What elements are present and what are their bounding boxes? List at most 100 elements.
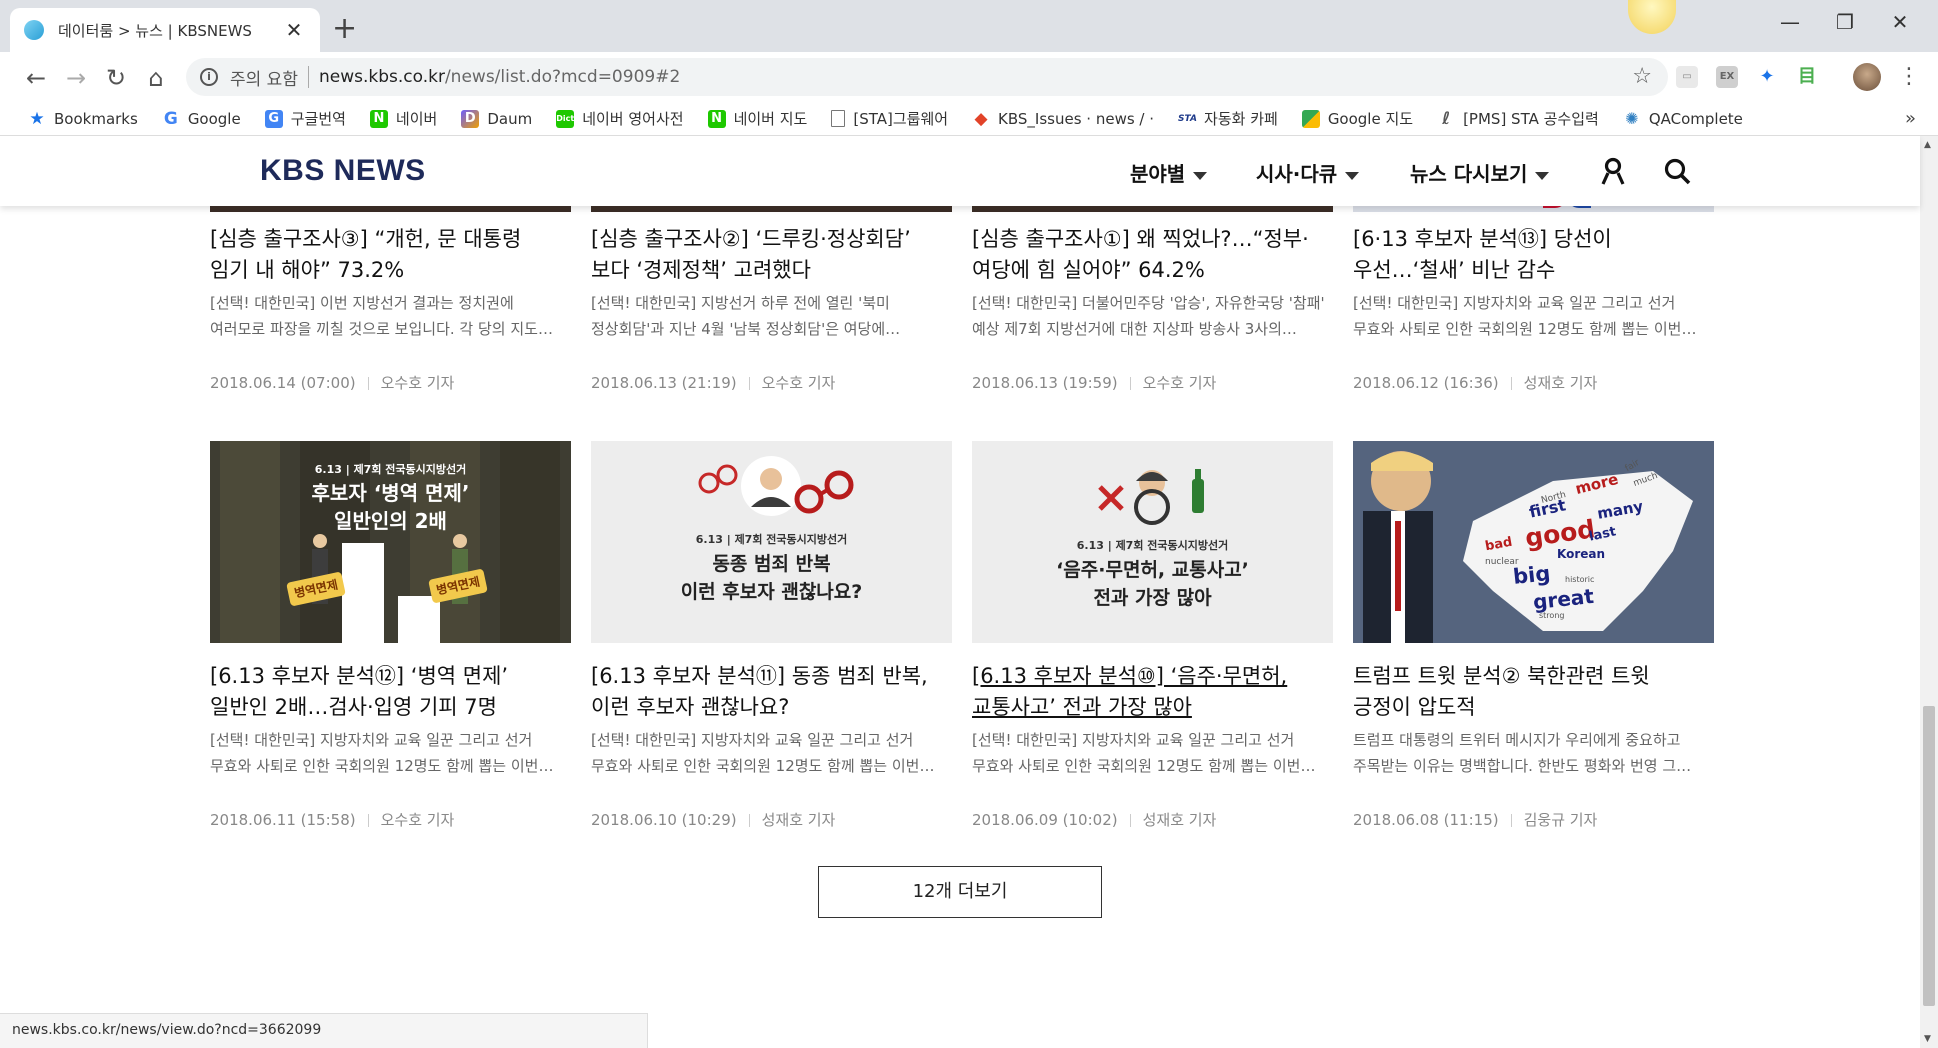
bookmark-item[interactable]: G 구글번역: [264, 108, 346, 129]
article-summary: [선택! 대한민국] 지방자치와 교육 일꾼 그리고 선거 무효와 사퇴로 인한 …: [1353, 294, 1697, 338]
article-meta: 2018.06.10 (10:29) 성재호 기자: [591, 809, 835, 830]
article-title[interactable]: [심층 출구조사①] 왜 찍었나?…“정부· 여당에 힘 실어야” 64.2%: [972, 224, 1333, 286]
user-icon[interactable]: [1598, 156, 1628, 186]
meta-divider: [367, 814, 369, 827]
scroll-up-arrow-icon[interactable]: ▲: [1924, 140, 1931, 150]
bookmark-item[interactable]: Dict 네이버 영어사전: [556, 108, 684, 129]
dict-icon: Dict: [556, 109, 575, 128]
article-summary: [선택! 대한민국] 지방선거 하루 전에 열린 '북미 정상회담'과 지난 4월…: [591, 294, 901, 338]
maps-icon: [1301, 109, 1320, 128]
address-separator: [307, 66, 309, 88]
bookmark-item[interactable]: STA 자동화 카페: [1178, 108, 1278, 129]
naver-icon: N: [707, 109, 726, 128]
close-window-icon[interactable]: ✕: [1880, 10, 1920, 34]
bookmarks-bar: ★ Bookmarks G Google G 구글번역 N 네이버 D Daum Dict…: [0, 102, 1938, 136]
article-summary: [선택! 대한민국] 지방자치와 교육 일꾼 그리고 선거 무효와 사퇴로 인한 …: [210, 731, 554, 775]
google-icon: G: [163, 108, 178, 129]
scroll-down-arrow-icon[interactable]: ▼: [1924, 1034, 1931, 1044]
new-tab-icon[interactable]: +: [332, 12, 357, 46]
pms-icon: ℓ: [1442, 108, 1451, 129]
address-bar[interactable]: i 주의 요함 news.kbs.co.kr/news/list.do?mcd=…: [186, 58, 1668, 96]
article-summary: [선택! 대한민국] 지방자치와 교육 일꾼 그리고 선거 무효와 사퇴로 인한 …: [972, 731, 1316, 775]
thumbnail-subheadline: 일반인의 2배: [334, 509, 447, 533]
page-icon: [831, 110, 846, 127]
site-header: KBS NEWS 분야별 시사·다큐 뉴스 다시보기: [0, 136, 1920, 206]
caret-down-icon: [1535, 171, 1550, 180]
vertical-scrollbar[interactable]: ▲ ▼: [1920, 136, 1938, 1048]
theme-sun-decoration: [1628, 0, 1676, 34]
kbs-news-logo[interactable]: KBS NEWS: [260, 154, 426, 188]
caret-down-icon: [1193, 171, 1208, 180]
extension-ex-icon[interactable]: EX: [1716, 66, 1738, 88]
article-reporter: 성재호 기자: [761, 811, 836, 829]
article-title[interactable]: 트럼프 트윗 분석② 북한관련 트윗 긍정이 압도적: [1353, 661, 1714, 723]
bookmark-item[interactable]: Google 지도: [1301, 108, 1413, 129]
bookmark-item[interactable]: G Google: [162, 110, 241, 128]
info-icon[interactable]: i: [200, 68, 218, 86]
article-thumbnail[interactable]: 6.13 | 제7회 전국동시지방선거 ‘음주·무면허, 교통사고’ 전과 가장…: [972, 441, 1333, 643]
menu-dots-icon[interactable]: ⋮: [1898, 64, 1920, 89]
bookmark-item[interactable]: N 네이버 지도: [707, 108, 807, 129]
back-icon[interactable]: ←: [20, 62, 52, 94]
article-date: 2018.06.11 (15:58): [210, 811, 356, 829]
thumbnail-subheadline: 이런 후보자 괜찮나요?: [680, 581, 863, 603]
article-meta: 2018.06.09 (10:02) 성재호 기자: [972, 809, 1216, 830]
extension-ladder-icon[interactable]: 目: [1796, 66, 1818, 88]
article-thumbnail[interactable]: 6.13 | 제7회 전국동시지방선거 후보자 ‘병역 면제’ 일반인의 2배 …: [210, 441, 571, 643]
wordcloud-word: historic: [1565, 575, 1595, 584]
sta-icon: STA: [1178, 113, 1197, 124]
close-tab-icon[interactable]: ✕: [282, 18, 306, 42]
bookmark-item[interactable]: [STA]그룹웨어: [831, 108, 948, 129]
browser-tab[interactable]: 데이터룸 > 뉴스 | KBSNEWS ✕: [10, 8, 320, 52]
article-summary: [선택! 대한민국] 지방자치와 교육 일꾼 그리고 선거 무효와 사퇴로 인한 …: [591, 731, 935, 775]
bookmark-item[interactable]: ✺ QAComplete: [1623, 109, 1743, 128]
bookmark-item[interactable]: ★ Bookmarks: [28, 108, 137, 129]
forward-icon[interactable]: →: [60, 62, 92, 94]
link-status-bar: news.kbs.co.kr/news/view.do?ncd=3662099: [0, 1013, 648, 1048]
star-icon: ★: [29, 108, 45, 129]
meta-divider: [748, 814, 750, 827]
nav-category[interactable]: 분야별: [1130, 158, 1208, 187]
article-reporter: 오수호 기자: [761, 374, 836, 392]
url-host: news.kbs.co.kr: [318, 67, 445, 87]
article-title[interactable]: [6.13 후보자 분석⑩] ‘음주·무면허, 교통사고’ 전과 가장 많아: [972, 661, 1333, 723]
nav-current-affairs[interactable]: 시사·다큐: [1256, 158, 1360, 187]
security-warning[interactable]: 주의 요함: [230, 65, 298, 90]
meta-divider: [1129, 814, 1131, 827]
extension-arrows-icon[interactable]: ✦: [1756, 66, 1778, 88]
load-more-button[interactable]: 12개 더보기: [818, 866, 1102, 918]
more-bookmarks-icon[interactable]: »: [1905, 108, 1916, 129]
home-icon[interactable]: ⌂: [140, 62, 172, 94]
article-reporter: 오수호 기자: [380, 374, 455, 392]
article-date: 2018.06.10 (10:29): [591, 811, 737, 829]
article-reporter: 성재호 기자: [1142, 811, 1217, 829]
bookmark-star-icon[interactable]: ☆: [1632, 64, 1652, 89]
article-title[interactable]: [심층 출구조사③] “개헌, 문 대통령 임기 내 해야” 73.2%: [210, 224, 571, 286]
scrollbar-thumb[interactable]: [1923, 706, 1935, 1006]
article-title[interactable]: [6.13 후보자 분석⑪] 동종 범죄 반복, 이런 후보자 괜찮나요?: [591, 661, 952, 723]
profile-avatar[interactable]: [1853, 63, 1881, 91]
article-meta: 2018.06.13 (21:19) 오수호 기자: [591, 372, 835, 393]
tab-title: 데이터룸 > 뉴스 | KBSNEWS: [58, 21, 252, 40]
bookmark-item[interactable]: D Daum: [461, 109, 532, 128]
minimize-icon[interactable]: —: [1770, 10, 1810, 34]
article-summary: [선택! 대한민국] 이번 지방선거 결과는 정치권에 여러모로 파장을 끼칠 것…: [210, 294, 553, 338]
restore-icon[interactable]: ❐: [1825, 10, 1865, 34]
article-meta: 2018.06.12 (16:36) 성재호 기자: [1353, 372, 1597, 393]
article-title[interactable]: [심층 출구조사②] ‘드루킹·정상회담’ 보다 ‘경제정책’ 고려했다: [591, 224, 952, 286]
kbs-favicon-icon: [24, 20, 44, 40]
caret-down-icon: [1345, 171, 1360, 180]
bookmark-item[interactable]: N 네이버: [369, 108, 437, 129]
article-date: 2018.06.13 (19:59): [972, 374, 1118, 392]
search-icon[interactable]: [1662, 156, 1692, 186]
extension-window-icon[interactable]: ▭: [1676, 66, 1698, 88]
reload-icon[interactable]: ↻: [100, 62, 132, 94]
article-thumbnail[interactable]: 6.13 | 제7회 전국동시지방선거 동종 범죄 반복 이런 후보자 괜찮나요…: [591, 441, 952, 643]
article-title[interactable]: [6·13 후보자 분석⑬] 당선이 우선…‘철새’ 비난 감수: [1353, 224, 1714, 286]
nav-news-replay[interactable]: 뉴스 다시보기: [1410, 158, 1550, 187]
bookmark-item[interactable]: ℓ [PMS] STA 공수입력: [1437, 108, 1599, 129]
article-title[interactable]: [6.13 후보자 분석⑫] ‘병역 면제’ 일반인 2배…검사·입영 기피 7명: [210, 661, 571, 723]
article-thumbnail[interactable]: more many good first last bad Korean big…: [1353, 441, 1714, 643]
browser-toolbar: ← → ↻ ⌂ i 주의 요함 news.kbs.co.kr/news/list…: [0, 52, 1938, 102]
bookmark-item[interactable]: ◆ KBS_Issues · news / ·: [972, 110, 1155, 128]
